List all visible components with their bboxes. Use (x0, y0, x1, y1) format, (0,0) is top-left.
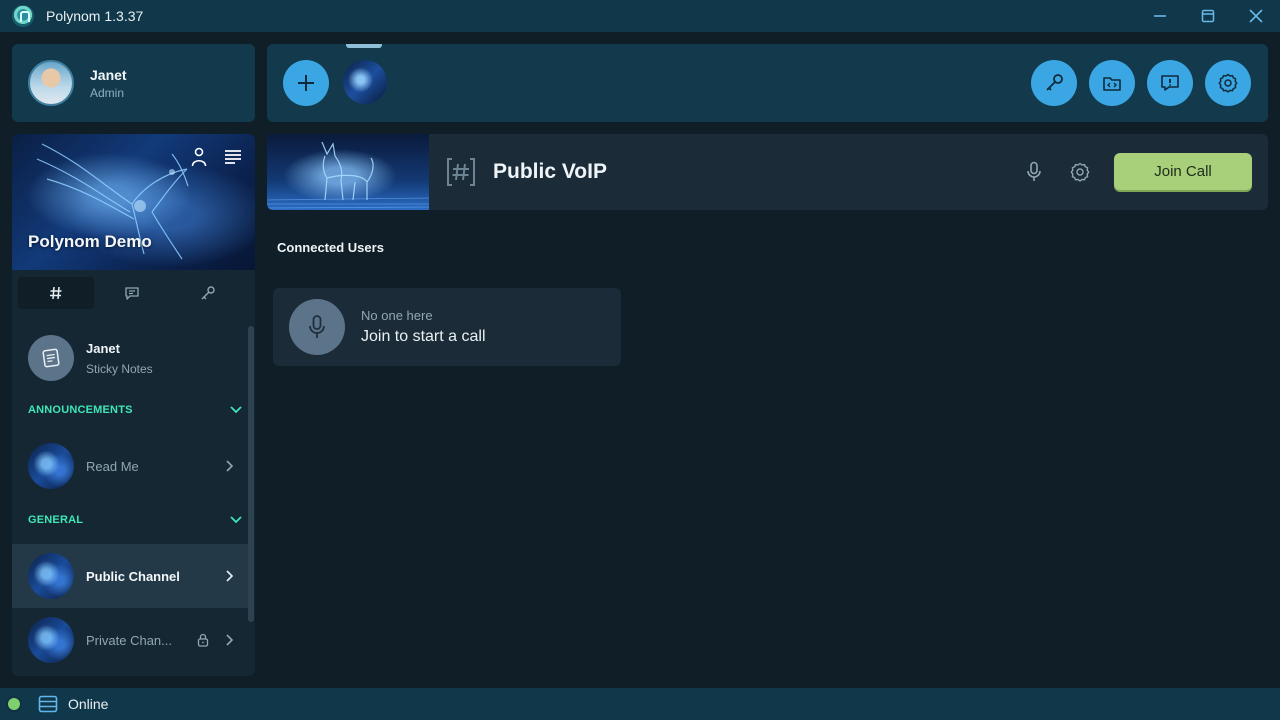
connected-users-heading: Connected Users (277, 240, 384, 255)
sticky-note-subtitle: Sticky Notes (86, 361, 153, 376)
tab-messages[interactable] (94, 277, 170, 309)
window-title: Polynom 1.3.37 (46, 8, 144, 24)
channel-header: Public VoIP Join Call (267, 134, 1268, 210)
app-logo-icon (12, 5, 34, 27)
settings-icon (1218, 73, 1238, 93)
status-bar: Online (0, 688, 1280, 720)
selected-server-indicator (346, 44, 382, 48)
layout-panel-icon (38, 695, 58, 713)
panel-toggle-button[interactable] (36, 694, 60, 714)
server-banner: Polynom Demo (12, 134, 255, 270)
user-name: Janet (90, 66, 127, 83)
feedback-button[interactable] (1147, 60, 1193, 106)
server-name: Polynom Demo (28, 232, 152, 251)
message-icon (125, 287, 139, 300)
category-general[interactable]: GENERAL (28, 510, 242, 530)
chevron-down-icon (230, 516, 242, 524)
empty-state-title: No one here (361, 308, 433, 323)
chevron-right-icon (220, 634, 240, 646)
channel-label: Public Channel (86, 568, 180, 584)
category-label: GENERAL (28, 514, 84, 526)
key-icon (201, 286, 215, 300)
join-call-button[interactable]: Join Call (1114, 153, 1252, 190)
server-icon-polynom-demo[interactable] (343, 60, 387, 104)
title-bar: Polynom 1.3.37 (0, 0, 1280, 32)
channel-label: Private Chan... (86, 632, 172, 648)
folder-code-icon (1103, 77, 1121, 91)
plus-icon (298, 75, 314, 91)
minimize-button[interactable] (1136, 0, 1184, 32)
tab-channels[interactable] (18, 277, 94, 309)
channel-settings-button[interactable] (1068, 160, 1092, 184)
microphone-icon (289, 299, 345, 355)
channel-hash-icon (445, 156, 477, 188)
add-server-button[interactable] (283, 60, 329, 106)
category-announcements[interactable]: ANNOUNCEMENTS (28, 400, 242, 420)
channel-title: Public VoIP (493, 160, 607, 183)
sticky-note-title: Janet (86, 340, 120, 356)
close-button[interactable] (1232, 0, 1280, 32)
channel-item-read-me[interactable]: Read Me (12, 434, 248, 498)
sidebar-tabs (12, 270, 255, 316)
maximize-icon (1201, 9, 1215, 23)
settings-icon (1070, 162, 1090, 182)
chevron-right-icon (220, 570, 240, 582)
channel-item-public-channel[interactable]: Public Channel (12, 544, 248, 608)
members-button[interactable] (189, 146, 209, 168)
key-icon (1046, 74, 1063, 91)
menu-lines-icon (225, 150, 241, 164)
channel-list[interactable]: Janet Sticky Notes ANNOUNCEMENTS Read Me… (12, 316, 255, 676)
category-label: ANNOUNCEMENTS (28, 404, 133, 416)
microphone-button[interactable] (1022, 160, 1046, 184)
channel-avatar (28, 617, 74, 663)
user-role: Admin (90, 85, 125, 100)
maximize-button[interactable] (1184, 0, 1232, 32)
user-card[interactable]: Janet Admin (12, 44, 255, 122)
person-icon (191, 147, 207, 167)
server-menu-button[interactable] (223, 146, 243, 168)
files-button[interactable] (1089, 60, 1135, 106)
channel-label: Read Me (86, 458, 139, 474)
online-status-dot (8, 698, 20, 710)
channel-item-private-channel[interactable]: Private Chan... (12, 608, 248, 672)
user-info: Janet Admin (90, 67, 127, 100)
sticky-note-icon (28, 335, 74, 381)
sticky-notes-item[interactable]: Janet Sticky Notes (12, 330, 248, 386)
channel-avatar (28, 443, 74, 489)
lock-icon (196, 633, 210, 647)
chevron-right-icon (220, 460, 240, 472)
keys-button[interactable] (1031, 60, 1077, 106)
avatar (28, 60, 74, 106)
channel-avatar (28, 553, 74, 599)
tab-keys[interactable] (170, 277, 246, 309)
empty-call-card: No one here Join to start a call (273, 288, 621, 366)
close-icon (1249, 9, 1263, 23)
banner-actions (189, 146, 243, 168)
server-toolbar (267, 44, 1268, 122)
chevron-down-icon (230, 406, 242, 414)
empty-state-message: Join to start a call (361, 328, 486, 345)
channel-banner-image (267, 134, 429, 210)
channel-list-scrollbar[interactable] (248, 326, 254, 622)
window-controls (1136, 0, 1280, 32)
minimize-icon (1154, 15, 1166, 17)
feedback-icon (1161, 75, 1179, 91)
microphone-icon (1027, 161, 1041, 181)
dog-banner-image (267, 141, 429, 209)
settings-button[interactable] (1205, 60, 1251, 106)
status-text: Online (68, 696, 109, 712)
hash-icon (50, 286, 62, 300)
